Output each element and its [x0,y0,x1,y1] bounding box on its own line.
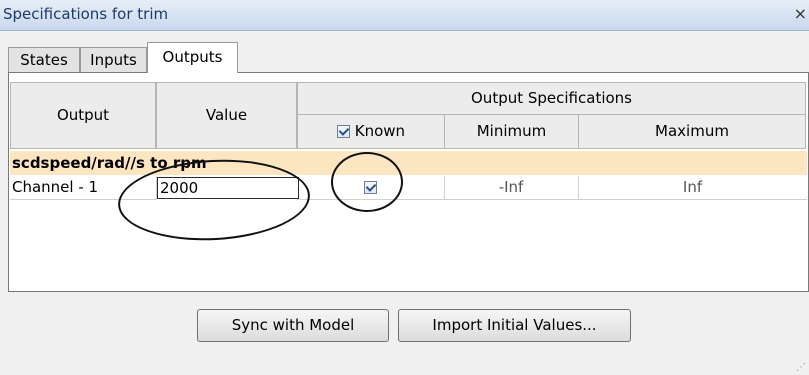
cell-maximum[interactable]: Inf [578,176,807,200]
tab-inputs[interactable]: Inputs [80,47,147,72]
group-row-label: scdspeed/rad//s to rpm [10,151,807,175]
value-input[interactable]: 2000 [157,177,299,199]
known-header-checkbox[interactable] [336,125,350,138]
table-row: Channel - 1 2000 -Inf Inf [10,176,807,200]
tab-states[interactable]: States [8,47,80,72]
cell-known [297,176,445,200]
column-header-minimum: Minimum [444,114,579,149]
tab-outputs[interactable]: Outputs [147,42,238,73]
known-checkbox[interactable] [364,181,377,194]
outputs-table: Output Value Output Specifications Known… [8,72,809,292]
import-initial-values-button[interactable]: Import Initial Values... [398,309,631,342]
column-header-known: Known [297,114,445,149]
window-titlebar: Specifications for trim × [0,0,809,31]
column-header-output: Output [10,82,156,149]
known-header-label: Known [354,122,406,140]
cell-output: Channel - 1 [10,176,157,200]
cell-minimum[interactable]: -Inf [444,176,579,200]
column-header-maximum: Maximum [578,114,806,149]
column-group-output-specifications: Output Specifications [297,82,806,115]
window-title: Specifications for trim [3,5,169,23]
close-icon[interactable]: × [794,4,807,23]
sync-with-model-button[interactable]: Sync with Model [197,309,389,342]
column-header-value: Value [156,82,297,149]
resize-grip-icon[interactable]: ⋰ [796,362,806,373]
